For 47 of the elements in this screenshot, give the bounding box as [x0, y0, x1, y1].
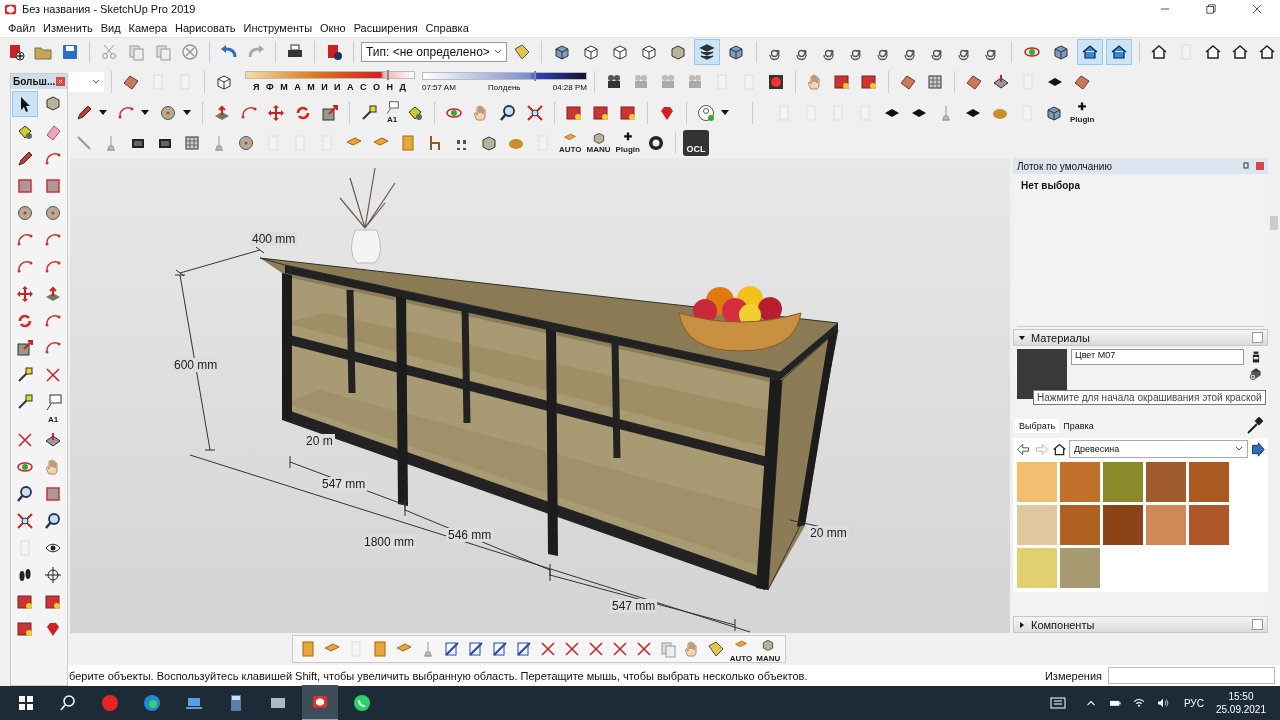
entity-info-text: Нет выбора: [1021, 180, 1080, 192]
dimension-label: 400 mm: [250, 232, 298, 247]
month-labels: Я Ф М А М И И А С О Н Д: [252, 82, 409, 93]
auto-button[interactable]: AUTO: [728, 634, 754, 664]
dimension-label: 600 mm: [172, 358, 220, 373]
auto-button[interactable]: AUTO: [558, 130, 583, 156]
plugin-button[interactable]: Plugin: [614, 130, 641, 156]
text-tool-button[interactable]: A1: [40, 390, 66, 425]
menu-item[interactable]: Справка: [421, 21, 473, 34]
language-indicator[interactable]: РУС: [1183, 697, 1204, 709]
model-viewport[interactable]: 400 mm 600 mm 20 m 547 mm 1800 mm 546 mm 547 mm 20 mm: [70, 158, 1010, 634]
tab[interactable]: Выбрать: [1015, 419, 1060, 434]
time-label: 07:57 AM: [422, 82, 456, 92]
measurements-label: Измерения: [1044, 669, 1102, 682]
tooltip: Нажмите для начала окрашивания этой краской: [1033, 390, 1266, 406]
dimension-label: 546 mm: [446, 528, 494, 543]
window-title: Без названия - SketchUp Pro 2019: [22, 3, 196, 15]
plugin-button[interactable]: Plugin: [1069, 100, 1096, 126]
menu-item[interactable]: Инструменты: [239, 21, 317, 34]
clock-date[interactable]: 25.09.2021: [1215, 703, 1266, 716]
manu-button[interactable]: MANU: [585, 130, 612, 156]
material-name-field[interactable]: Цвет M07: [1071, 349, 1244, 366]
ocl-button[interactable]: OCL: [683, 129, 709, 156]
clock-time[interactable]: 15:50: [1228, 690, 1254, 703]
menu-item[interactable]: Файл: [4, 21, 40, 34]
menu-item[interactable]: Нарисовать: [171, 21, 240, 34]
time-label: Полдень: [488, 82, 521, 92]
menu-item[interactable]: Камера: [124, 21, 172, 34]
materials-header[interactable]: Материалы: [1013, 329, 1268, 347]
time-label: 04:28 PM: [552, 82, 587, 92]
dimension-label: 547 mm: [610, 599, 658, 614]
menu-item[interactable]: Изменить: [39, 21, 97, 34]
tab[interactable]: Правка: [1059, 419, 1098, 434]
manu-button[interactable]: MANU: [755, 634, 782, 664]
menu-item[interactable]: Вид: [96, 21, 125, 34]
dimension-label: 547 mm: [320, 477, 368, 492]
palette-title: Больш...: [13, 76, 56, 87]
library-dropdown[interactable]: Древесина: [1069, 440, 1248, 459]
type-dropdown[interactable]: Тип: <не определено>: [361, 42, 507, 62]
status-hint: берите объекты. Воспользуйтесь клавишей Shift, чтобы увеличить выбранную область. Перетащите мышь, чтобы выбрать несколько объектов.: [68, 669, 808, 682]
dimension-label: 1800 mm: [362, 535, 417, 550]
menu-item[interactable]: Окно: [316, 21, 350, 34]
menu-item[interactable]: Расширения: [349, 21, 422, 34]
dimension-label: 20 mm: [808, 526, 849, 541]
components-header[interactable]: Компоненты: [1013, 616, 1268, 634]
text-tool-button[interactable]: A1: [384, 100, 400, 126]
tray-title: Лоток по умолчанию: [1017, 160, 1112, 172]
